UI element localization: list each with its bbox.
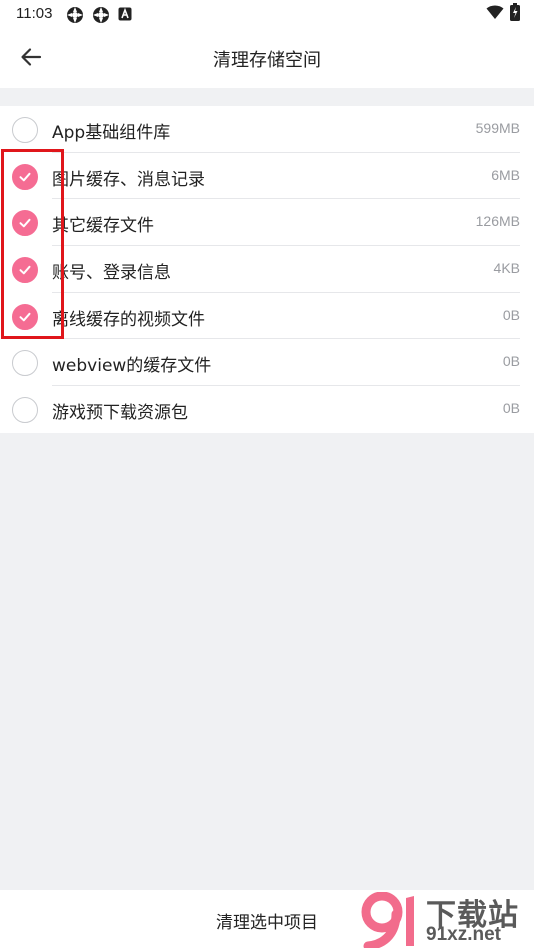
item-label: 账号、登录信息 bbox=[52, 263, 171, 284]
item-size: 0B bbox=[502, 400, 520, 417]
item-size: 599MB bbox=[475, 120, 520, 136]
status-bar: 11:03 bbox=[0, 0, 534, 30]
storage-item-list: App基础组件库 599MB 图片缓存、消息记录 6MB 其它缓存文件 126M… bbox=[0, 106, 534, 433]
checkbox[interactable] bbox=[12, 163, 38, 190]
checkbox[interactable] bbox=[12, 210, 38, 237]
page-title: 清理存储空间 bbox=[213, 50, 321, 71]
item-size: 0B bbox=[502, 353, 520, 370]
list-item[interactable]: 图片缓存、消息记录 6MB bbox=[0, 153, 534, 200]
checkmark-icon bbox=[19, 312, 31, 322]
item-size: 0B bbox=[502, 306, 520, 323]
item-label: 离线缓存的视频文件 bbox=[52, 309, 205, 330]
list-item[interactable]: 离线缓存的视频文件 0B bbox=[0, 293, 534, 340]
status-left-icons bbox=[66, 6, 132, 23]
battery-charging-icon bbox=[510, 3, 520, 25]
item-label: webview的缓存文件 bbox=[52, 356, 212, 377]
list-item[interactable]: 其它缓存文件 126MB bbox=[0, 199, 534, 246]
logo-mark-icon bbox=[360, 891, 422, 950]
checkmark-icon bbox=[19, 265, 31, 275]
status-right-icons bbox=[486, 3, 520, 25]
checkbox[interactable] bbox=[12, 303, 38, 330]
status-time: 11:03 bbox=[16, 5, 53, 22]
checkbox[interactable] bbox=[12, 257, 38, 284]
checkmark-icon bbox=[19, 172, 31, 181]
checkbox[interactable] bbox=[12, 397, 38, 424]
list-item[interactable]: webview的缓存文件 0B bbox=[0, 339, 534, 386]
app-notification-icon bbox=[66, 6, 84, 23]
list-item[interactable]: App基础组件库 599MB bbox=[0, 106, 534, 153]
wifi-icon bbox=[486, 4, 504, 24]
header: 清理存储空间 bbox=[0, 30, 534, 88]
checkbox[interactable] bbox=[12, 117, 38, 143]
android-a-icon bbox=[118, 6, 132, 22]
list-item[interactable]: 账号、登录信息 4KB bbox=[0, 246, 534, 293]
item-size: 4KB bbox=[493, 260, 520, 277]
checkmark-icon bbox=[19, 219, 31, 228]
item-label: 图片缓存、消息记录 bbox=[52, 169, 205, 190]
item-label: 游戏预下载资源包 bbox=[52, 403, 188, 424]
checkbox[interactable] bbox=[12, 350, 38, 377]
app-notification-icon bbox=[92, 6, 110, 23]
watermark-logo: 下载站 91xz.net bbox=[360, 888, 532, 950]
item-size: 6MB bbox=[491, 166, 520, 183]
list-item[interactable]: 游戏预下载资源包 0B bbox=[0, 386, 534, 433]
watermark-domain: 91xz.net bbox=[426, 924, 501, 945]
item-label: 其它缓存文件 bbox=[52, 216, 154, 237]
item-size: 126MB bbox=[475, 213, 520, 230]
item-label: App基础组件库 bbox=[52, 123, 171, 143]
